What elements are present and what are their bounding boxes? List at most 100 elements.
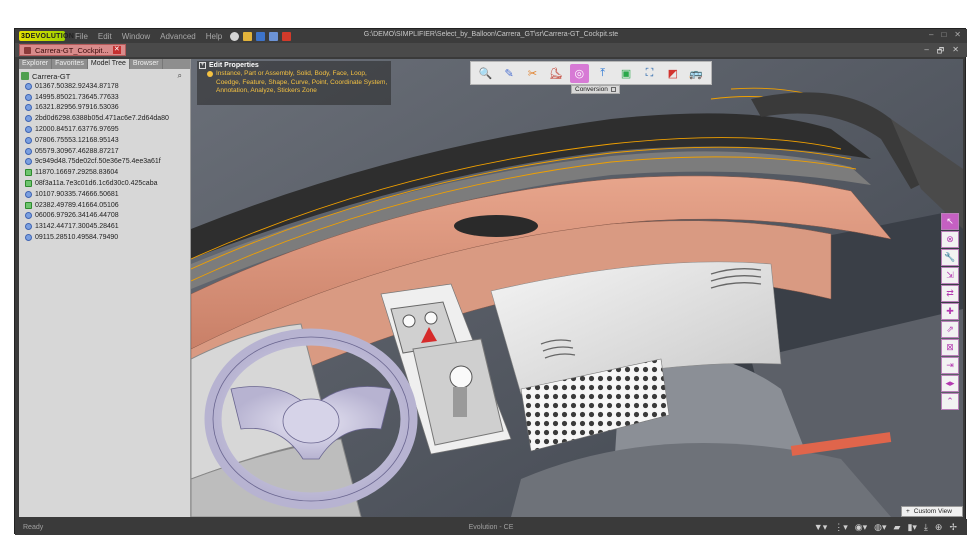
view-tool-button-7[interactable]: ⊠ <box>941 339 959 356</box>
boot-tool-button[interactable]: ⛸ <box>546 64 565 83</box>
expand-icon[interactable]: + <box>199 62 206 69</box>
doc-restore-button[interactable]: 🗗 <box>937 45 945 59</box>
view-tool-button-9[interactable]: ◂▸ <box>941 375 959 392</box>
save-as-icon[interactable] <box>269 31 279 41</box>
view-tool-button-5[interactable]: ✚ <box>941 303 959 320</box>
export-tool-button[interactable]: ⤒ <box>593 64 612 83</box>
export-tool-icon: ⤒ <box>600 66 606 79</box>
view-tool-button-2[interactable]: 🔧 <box>941 249 959 266</box>
tree-item[interactable]: 08f3a11a.7e3c01d6.1c6d30c0.425caba <box>21 178 188 189</box>
part-icon <box>25 212 32 220</box>
tree-item[interactable]: 12000.84517.63776.97695 <box>21 124 188 135</box>
fit-tool-button[interactable]: ⛶ <box>640 64 659 83</box>
document-tab-label: Carrera-GT_Cockpit... <box>35 45 109 55</box>
doc-close-button[interactable]: ✕ <box>952 45 959 59</box>
document-controls: – 🗗 ✕ <box>924 45 959 59</box>
gear-knob <box>449 365 473 389</box>
view-tool-button-10[interactable]: ⌃ <box>941 393 959 410</box>
3d-viewport[interactable]: + Edit Properties Instance, Part or Asse… <box>191 59 963 517</box>
tree-item[interactable]: 01367.50382.92434.87178 <box>21 81 188 92</box>
view-tool-button-4[interactable]: ⇄ <box>941 285 959 302</box>
view-tool-button-1[interactable]: ⊗ <box>941 231 959 248</box>
menu-window[interactable]: Window <box>122 32 150 41</box>
simplify-tool-button[interactable]: ◎ <box>569 63 589 83</box>
tree-root-label: Carrera-GT <box>32 71 71 81</box>
doc-minimize-button[interactable]: – <box>924 45 928 59</box>
status-tool-icon-6[interactable]: ⤓ <box>924 522 928 533</box>
menu-edit[interactable]: Edit <box>98 32 112 41</box>
part-icon <box>25 136 32 144</box>
print-icon[interactable] <box>282 31 292 41</box>
document-tab[interactable]: Carrera-GT_Cockpit... ✕ <box>19 44 126 56</box>
close-tab-icon[interactable]: ✕ <box>112 46 121 54</box>
edit-tool-button[interactable]: ✎ <box>500 64 519 83</box>
tree-item[interactable]: 10107.90335.74666.50681 <box>21 189 188 200</box>
tree-item[interactable]: 11870.16697.29258.83604 <box>21 167 188 178</box>
tree-item[interactable]: 14995.85021.73645.77633 <box>21 92 188 103</box>
edit-properties-panel: + Edit Properties Instance, Part or Asse… <box>197 61 391 105</box>
view-tool-button-0[interactable]: ↖ <box>941 213 959 230</box>
car-cockpit-model[interactable] <box>191 59 963 517</box>
tree-item[interactable]: 2bd0d6298.6388b05d.471ac6e7.2d64da80 <box>21 113 188 124</box>
open-folder-icon[interactable] <box>243 31 253 41</box>
tab-explorer[interactable]: Explorer <box>19 59 53 69</box>
tree-item-label: 08f3a11a.7e3c01d6.1c6d30c0.425caba <box>35 180 158 188</box>
view-tool-button-6[interactable]: ⇗ <box>941 321 959 338</box>
gear-shaft <box>453 387 467 417</box>
menu-advanced[interactable]: Advanced <box>160 32 196 41</box>
recycle-icon[interactable] <box>230 31 240 41</box>
instrument-binnacle <box>454 215 538 237</box>
part-icon <box>25 126 32 134</box>
info-bullet-icon <box>207 71 213 77</box>
tab-favorites[interactable]: Favorites <box>52 59 88 69</box>
tree-root[interactable]: Carrera-GT ⌕ <box>21 71 188 81</box>
tree-item-label: 06006.97926.34146.44708 <box>35 212 119 220</box>
maximize-button[interactable]: □ <box>941 30 946 39</box>
tree-item[interactable]: 02382.49789.41664.05106 <box>21 200 188 211</box>
pin-icon[interactable] <box>610 87 616 92</box>
tree-item[interactable]: 09115.28510.49584.79490 <box>21 232 188 243</box>
status-tool-icon-1[interactable]: ⋮▾ <box>834 522 848 533</box>
vehicle-tool-button[interactable]: 🚌 <box>687 64 706 83</box>
close-button[interactable]: ✕ <box>954 30 961 39</box>
status-tool-icon-7[interactable]: ⊕ <box>935 522 943 533</box>
tab-browser[interactable]: Browser <box>130 59 163 69</box>
document-tab-bar: Carrera-GT_Cockpit... ✕ – 🗗 ✕ <box>15 43 967 57</box>
window-controls: – □ ✕ <box>929 30 961 39</box>
status-tool-icon-0[interactable]: ▼▾ <box>814 522 827 533</box>
menu-file[interactable]: File <box>75 32 88 41</box>
minimize-button[interactable]: – <box>929 30 933 39</box>
edit-properties-text: Instance, Part or Assembly, Solid, Body,… <box>216 70 388 94</box>
status-icons: ▼▾ ⋮▾ ◉▾ ◍▾ ▰ ▮▾ ⤓ ⊕ ✢ <box>814 522 957 533</box>
section-tool-button[interactable]: ◩ <box>663 64 682 83</box>
tree-item-label: 02382.49789.41664.05106 <box>35 201 119 209</box>
tree-item-label: 09115.28510.49584.79490 <box>35 234 119 242</box>
view-tool-button-3[interactable]: ⇲ <box>941 267 959 284</box>
search-tool-button[interactable]: 🔍 <box>476 64 495 83</box>
status-tool-icon-4[interactable]: ▰ <box>894 522 901 533</box>
tab-model-tree[interactable]: Model Tree <box>87 59 130 69</box>
tree-item[interactable]: 16321.82956.97916.53036 <box>21 103 188 114</box>
part-icon <box>25 104 32 112</box>
tree-item-label: 05579.30967.46288.87217 <box>35 147 119 155</box>
tree-item[interactable]: 07806.75553.12168.95143 <box>21 135 188 146</box>
status-tool-icon-3[interactable]: ◍▾ <box>874 522 886 533</box>
search-icon[interactable]: ⌕ <box>178 71 182 81</box>
tree-item[interactable]: 05579.30967.46288.87217 <box>21 146 188 157</box>
custom-view-button[interactable]: + Custom View <box>901 506 963 517</box>
tree-item-label: 11870.16697.29258.83604 <box>35 169 119 177</box>
bound-tool-button[interactable]: ▣ <box>617 64 636 83</box>
custom-view-label: Custom View <box>913 508 952 515</box>
repair-tool-button[interactable]: ✂ <box>523 64 542 83</box>
status-tool-icon-8[interactable]: ✢ <box>949 522 957 533</box>
status-tool-icon-5[interactable]: ▮▾ <box>907 522 916 533</box>
assembly-icon <box>25 180 32 188</box>
save-icon[interactable] <box>256 31 266 41</box>
tree-item[interactable]: 06006.97926.34146.44708 <box>21 211 188 222</box>
tree-item[interactable]: 13142.44717.30045.28461 <box>21 221 188 232</box>
view-tool-button-8[interactable]: ⇥ <box>941 357 959 374</box>
part-icon <box>25 190 32 198</box>
menu-help[interactable]: Help <box>206 32 222 41</box>
tree-item[interactable]: 9c949d48.75de02cf.50e36e75.4ee3a61f <box>21 157 188 168</box>
status-tool-icon-2[interactable]: ◉▾ <box>855 522 867 533</box>
